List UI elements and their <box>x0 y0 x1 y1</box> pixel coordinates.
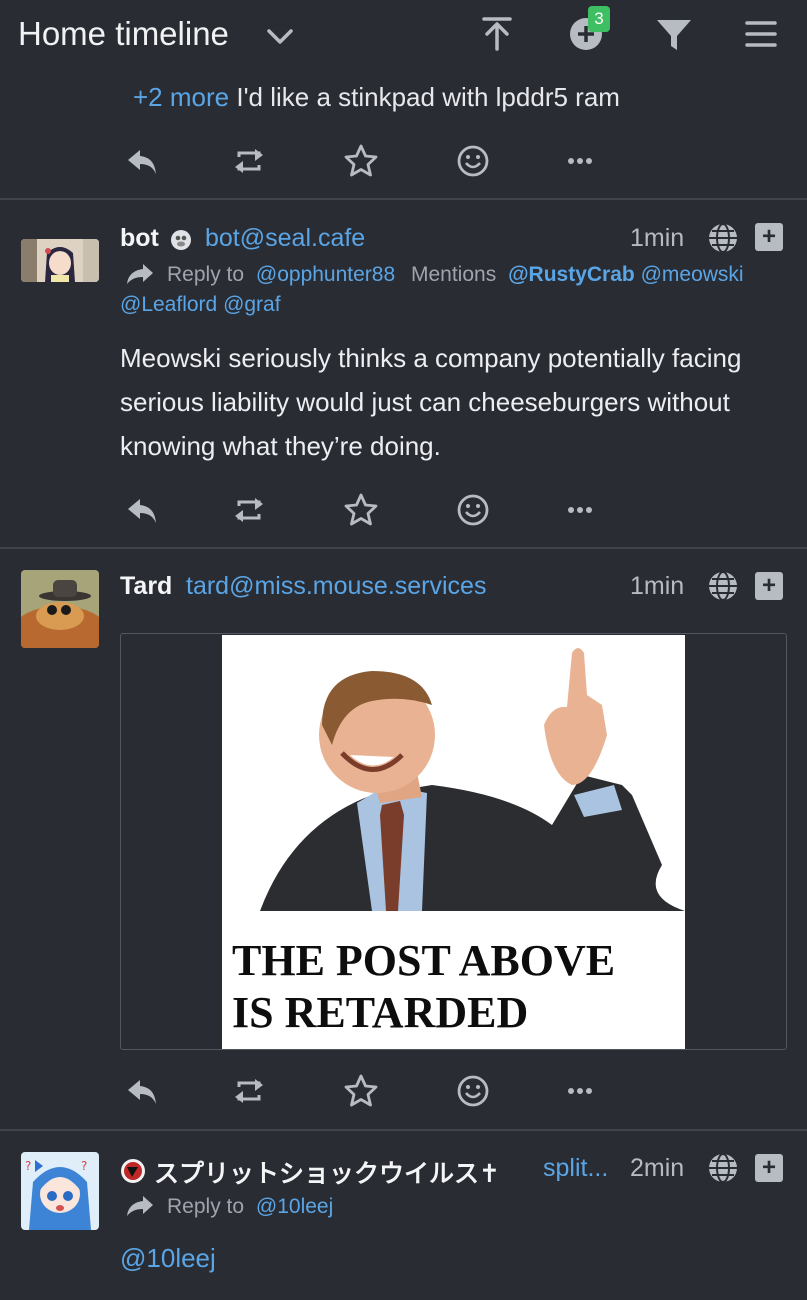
post-text: +2 more I'd like a stinkpad with lpddr5 … <box>133 82 620 113</box>
post-body[interactable]: @10leej <box>120 1243 216 1274</box>
more-icon[interactable] <box>560 490 600 530</box>
avatar[interactable] <box>21 239 99 282</box>
globe-icon <box>709 223 737 253</box>
expand-icon[interactable]: + <box>755 572 783 600</box>
attachment-image[interactable]: THE POST ABOVE IS RETARDED <box>222 635 685 1049</box>
display-name[interactable]: スプリットショックウイルス✝ <box>154 1154 500 1190</box>
post-actions <box>120 141 600 181</box>
post-line: Meowski seriously thinks a company poten… <box>120 343 742 373</box>
account-handle[interactable]: split... <box>543 1154 608 1183</box>
more-icon[interactable] <box>560 141 600 181</box>
post-actions <box>120 1071 600 1111</box>
reply-to-link[interactable]: @opphunter88 <box>256 263 395 286</box>
reply-icon[interactable] <box>122 1071 162 1111</box>
emoji-icon[interactable] <box>453 141 493 181</box>
mention-link[interactable]: @meowski <box>641 263 744 286</box>
post-body: Meowski seriously thinks a company poten… <box>120 336 790 468</box>
expand-icon[interactable]: + <box>755 223 783 251</box>
meme-line: IS RETARDED <box>232 988 529 1037</box>
reply-line: Reply to @10leej <box>167 1195 333 1219</box>
display-name[interactable]: Tard <box>120 572 172 601</box>
reply-label: Reply to <box>167 263 245 286</box>
post-actions <box>120 490 600 530</box>
svg-text:?: ? <box>25 1159 31 1173</box>
mention-link[interactable]: @graf <box>223 293 281 316</box>
emoji-icon[interactable] <box>453 1071 493 1111</box>
star-icon[interactable] <box>341 490 381 530</box>
scroll-top-icon[interactable] <box>477 14 517 54</box>
instance-icon <box>121 1159 145 1183</box>
repeat-icon[interactable] <box>231 141 271 181</box>
post-divider <box>0 198 807 200</box>
svg-text:?: ? <box>81 1159 87 1173</box>
mentions-line-2: @Leaflord @graf <box>120 293 281 317</box>
reply-arrow-icon <box>127 1196 153 1216</box>
post-divider <box>0 1129 807 1131</box>
more-mentions-link[interactable]: +2 more <box>133 82 229 112</box>
user-badge-icon <box>171 230 191 250</box>
avatar[interactable]: ? ? <box>21 1152 99 1230</box>
post-author: bot <box>120 224 159 253</box>
reply-arrow-icon <box>127 264 153 284</box>
post-line: serious liability would just can cheeseb… <box>120 387 730 417</box>
reply-to-link[interactable]: @10leej <box>256 1195 333 1218</box>
meme-line: THE POST ABOVE <box>232 936 616 985</box>
globe-icon <box>709 1153 737 1183</box>
expand-icon[interactable]: + <box>755 1154 783 1182</box>
star-icon[interactable] <box>341 1071 381 1111</box>
meme-caption: THE POST ABOVE IS RETARDED <box>232 935 615 1039</box>
globe-icon <box>709 571 737 601</box>
more-icon[interactable] <box>560 1071 600 1111</box>
post-body: I'd like a stinkpad with lpddr5 ram <box>236 82 620 112</box>
post-divider <box>0 547 807 549</box>
page-title[interactable]: Home timeline <box>18 15 229 53</box>
timeline-header: Home timeline 3 <box>0 0 807 72</box>
repeat-icon[interactable] <box>231 1071 271 1111</box>
post-line: knowing what they’re doing. <box>120 431 441 461</box>
media-attachment[interactable]: THE POST ABOVE IS RETARDED <box>120 633 787 1050</box>
post-timestamp[interactable]: 1min <box>630 224 684 253</box>
reply-icon[interactable] <box>122 490 162 530</box>
mention-link[interactable]: @Leaflord <box>120 293 217 316</box>
mentions-label: Mentions <box>411 263 497 286</box>
reply-mentions-line: Reply to @opphunter88 Mentions @RustyCra… <box>167 263 744 287</box>
filter-icon[interactable] <box>654 14 694 54</box>
star-icon[interactable] <box>341 141 381 181</box>
mention-link[interactable]: @RustyCrab <box>508 263 635 286</box>
notification-badge: 3 <box>588 6 610 32</box>
avatar[interactable] <box>21 570 99 648</box>
chevron-down-icon[interactable] <box>264 20 296 52</box>
account-handle[interactable]: bot@seal.cafe <box>205 224 365 253</box>
post-timestamp[interactable]: 1min <box>630 572 684 601</box>
display-name[interactable]: bot <box>120 224 159 252</box>
reply-label: Reply to <box>167 1195 245 1218</box>
repeat-icon[interactable] <box>231 490 271 530</box>
reply-icon[interactable] <box>122 141 162 181</box>
menu-icon[interactable] <box>741 14 781 54</box>
account-handle[interactable]: tard@miss.mouse.services <box>186 572 486 601</box>
post-timestamp[interactable]: 2min <box>630 1154 684 1183</box>
emoji-icon[interactable] <box>453 490 493 530</box>
